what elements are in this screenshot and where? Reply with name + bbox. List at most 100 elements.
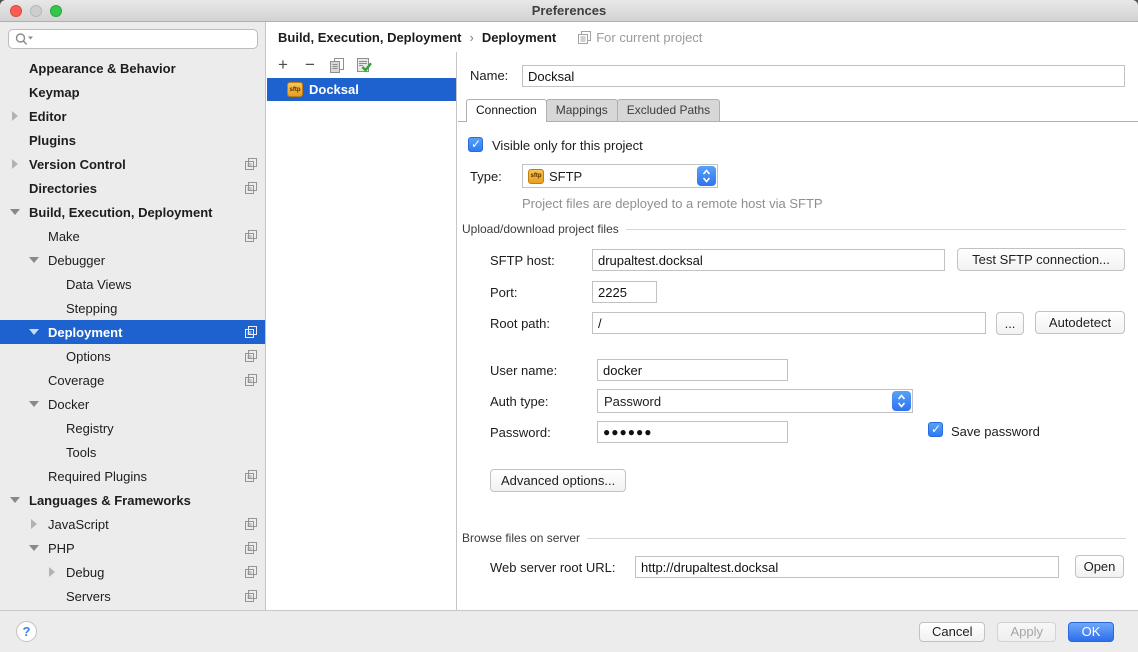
server-list: sftp Docksal xyxy=(267,78,456,101)
chevron-down-icon[interactable] xyxy=(27,325,41,339)
sidebar-item-plugins[interactable]: Plugins xyxy=(0,128,265,152)
sidebar-item-label: Languages & Frameworks xyxy=(29,493,191,508)
title-bar: Preferences xyxy=(0,0,1138,22)
sidebar-item-stepping[interactable]: Stepping xyxy=(0,296,265,320)
help-icon[interactable]: ? xyxy=(16,621,37,642)
breadcrumb-section[interactable]: Build, Execution, Deployment xyxy=(278,30,461,45)
advanced-options-button[interactable]: Advanced options... xyxy=(490,469,626,492)
settings-search-field[interactable] xyxy=(8,29,258,49)
ok-button[interactable]: OK xyxy=(1068,622,1114,642)
user-name-input[interactable] xyxy=(597,359,788,381)
upload-section-header: Upload/download project files xyxy=(462,222,1126,236)
chevron-right-icon[interactable] xyxy=(45,565,59,579)
cancel-button[interactable]: Cancel xyxy=(919,622,985,642)
window-title: Preferences xyxy=(532,3,606,18)
web-root-label: Web server root URL: xyxy=(490,560,615,575)
auth-type-value: Password xyxy=(604,394,661,409)
chevron-down-icon[interactable] xyxy=(8,493,22,507)
sidebar-item-label: Stepping xyxy=(66,301,117,316)
sidebar-item-languages-frameworks[interactable]: Languages & Frameworks xyxy=(0,488,265,512)
chevron-right-icon[interactable] xyxy=(8,109,22,123)
visible-only-checkbox[interactable] xyxy=(468,137,483,152)
combo-spinner-icon xyxy=(892,391,911,411)
tab-excluded-paths[interactable]: Excluded Paths xyxy=(617,99,720,121)
auth-type-select[interactable]: Password xyxy=(597,389,913,413)
close-window-icon[interactable] xyxy=(10,5,22,17)
sidebar-item-tools[interactable]: Tools xyxy=(0,440,265,464)
sidebar-item-make[interactable]: Make xyxy=(0,224,265,248)
chevron-down-icon[interactable] xyxy=(27,397,41,411)
sidebar-item-label: Plugins xyxy=(29,133,76,148)
sidebar-item-required-plugins[interactable]: Required Plugins xyxy=(0,464,265,488)
sidebar-item-label: JavaScript xyxy=(48,517,109,532)
web-root-input[interactable] xyxy=(635,556,1059,578)
root-path-input[interactable] xyxy=(592,312,986,334)
password-label: Password: xyxy=(490,425,551,440)
sidebar-item-build-execution-deployment[interactable]: Build, Execution, Deployment xyxy=(0,200,265,224)
tab-connection[interactable]: Connection xyxy=(466,99,547,122)
port-input[interactable] xyxy=(592,281,657,303)
settings-sidebar: Appearance & Behavior Keymap Editor xyxy=(0,22,266,610)
use-as-default-button[interactable] xyxy=(355,56,373,74)
browse-section-title: Browse files on server xyxy=(462,531,580,545)
current-project-badge-icon xyxy=(245,182,257,194)
current-project-badge-icon xyxy=(245,326,257,338)
tab-mappings[interactable]: Mappings xyxy=(546,99,618,121)
breadcrumb-page[interactable]: Deployment xyxy=(482,30,556,45)
sidebar-item-label: Version Control xyxy=(29,157,126,172)
chevron-right-icon[interactable] xyxy=(27,517,41,531)
apply-button[interactable]: Apply xyxy=(997,622,1056,642)
type-select[interactable]: sftp SFTP xyxy=(522,164,718,188)
sidebar-item-editor[interactable]: Editor xyxy=(0,104,265,128)
server-toolbar: + − xyxy=(267,52,456,78)
sidebar-item-coverage[interactable]: Coverage xyxy=(0,368,265,392)
breadcrumb: Build, Execution, Deployment › Deploymen… xyxy=(267,22,1138,52)
copy-server-button[interactable] xyxy=(328,56,346,74)
sidebar-item-directories[interactable]: Directories xyxy=(0,176,265,200)
server-list-item-docksal[interactable]: sftp Docksal xyxy=(267,78,456,101)
chevron-right-icon[interactable] xyxy=(8,157,22,171)
sidebar-item-appearance-behavior[interactable]: Appearance & Behavior xyxy=(0,56,265,80)
auth-type-label: Auth type: xyxy=(490,394,549,409)
sftp-host-input[interactable] xyxy=(592,249,945,271)
zoom-window-icon[interactable] xyxy=(50,5,62,17)
password-input[interactable] xyxy=(597,421,788,443)
combo-spinner-icon xyxy=(697,166,716,186)
remove-server-button[interactable]: − xyxy=(301,56,319,74)
sidebar-item-debugger[interactable]: Debugger xyxy=(0,248,265,272)
search-input[interactable] xyxy=(34,31,257,47)
sidebar-item-keymap[interactable]: Keymap xyxy=(0,80,265,104)
user-name-label: User name: xyxy=(490,363,557,378)
chevron-down-icon[interactable] xyxy=(8,205,22,219)
sidebar-item-servers[interactable]: Servers xyxy=(0,584,265,608)
tree-arrow-icon xyxy=(27,229,41,243)
autodetect-button[interactable]: Autodetect xyxy=(1035,311,1125,334)
add-server-button[interactable]: + xyxy=(274,56,292,74)
tab-bar: Connection Mappings Excluded Paths xyxy=(458,99,1138,122)
sidebar-item-javascript[interactable]: JavaScript xyxy=(0,512,265,536)
sidebar-item-docker[interactable]: Docker xyxy=(0,392,265,416)
sidebar-item-version-control[interactable]: Version Control xyxy=(0,152,265,176)
sidebar-item-debug[interactable]: Debug xyxy=(0,560,265,584)
sidebar-item-label: Servers xyxy=(66,589,111,604)
sidebar-item-label: Keymap xyxy=(29,85,80,100)
open-url-button[interactable]: Open xyxy=(1075,555,1124,578)
server-list-panel: + − sftp Docksal xyxy=(267,52,457,610)
sidebar-item-options[interactable]: Options xyxy=(0,344,265,368)
chevron-down-icon[interactable] xyxy=(27,253,41,267)
sidebar-item-php[interactable]: PHP xyxy=(0,536,265,560)
browse-root-path-button[interactable]: ... xyxy=(996,312,1024,335)
type-value: SFTP xyxy=(549,169,582,184)
sidebar-item-data-views[interactable]: Data Views xyxy=(0,272,265,296)
tree-arrow-icon xyxy=(45,445,59,459)
sidebar-item-deployment[interactable]: Deployment xyxy=(0,320,265,344)
current-project-scope-label: For current project xyxy=(596,30,702,45)
test-sftp-connection-button[interactable]: Test SFTP connection... xyxy=(957,248,1125,271)
name-input[interactable] xyxy=(522,65,1125,87)
chevron-down-icon[interactable] xyxy=(27,541,41,555)
save-password-checkbox[interactable] xyxy=(928,422,943,437)
sidebar-item-registry[interactable]: Registry xyxy=(0,416,265,440)
sidebar-item-label: Appearance & Behavior xyxy=(29,61,176,76)
sidebar-item-label: PHP xyxy=(48,541,75,556)
server-name-label: Docksal xyxy=(309,82,359,97)
